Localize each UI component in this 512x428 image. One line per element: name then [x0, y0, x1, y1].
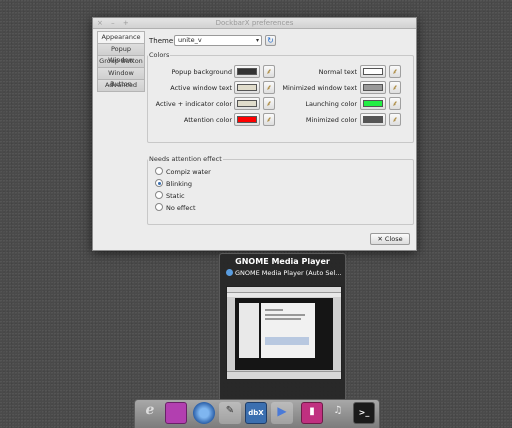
reset-color-button[interactable]: ⸙: [389, 97, 401, 110]
media-player-icon: [226, 269, 233, 276]
radio-button[interactable]: [155, 167, 163, 175]
popup-window-title: GNOME Media Player (Auto Sel...: [235, 269, 342, 277]
radio-compiz-water[interactable]: Compiz water: [155, 167, 211, 177]
tab-window-button[interactable]: Window Button: [97, 68, 145, 88]
color-swatch: [363, 116, 383, 123]
colors-legend: Colors: [149, 51, 170, 59]
dock-item-chromium[interactable]: [193, 402, 215, 424]
tab-appearance[interactable]: Appearance: [97, 31, 145, 44]
terminal-icon: >_: [358, 408, 370, 417]
dock-item-terminal[interactable]: >_: [353, 402, 375, 424]
thumb-controls: [227, 371, 341, 379]
thumb-sidebar: [239, 303, 259, 358]
recorder-icon: ▮: [309, 406, 315, 417]
dock-item-media-player[interactable]: ▶: [271, 402, 293, 424]
media-player-icon: ▶: [277, 404, 287, 418]
tab-advanced[interactable]: Advanced: [97, 80, 145, 92]
window-thumbnail[interactable]: [226, 286, 342, 380]
thumb-document: [261, 303, 315, 358]
thumb-text-line: [265, 318, 301, 320]
preferences-window: × – + DockbarX preferences Appearance Po…: [92, 17, 417, 251]
radio-static[interactable]: Static: [155, 191, 185, 201]
popup-title: GNOME Media Player: [235, 257, 330, 266]
color-label: Normal text: [318, 68, 357, 76]
color-swatch-button[interactable]: [360, 113, 386, 126]
colors-group: Colors Popup background ⸙ Active window …: [147, 51, 414, 143]
reload-theme-button[interactable]: ↻: [265, 35, 276, 46]
window-preview-popup: GNOME Media Player GNOME Media Player (A…: [219, 253, 346, 402]
broom-icon: ⸙: [392, 67, 398, 76]
color-swatch-button[interactable]: [360, 81, 386, 94]
radio-label: Blinking: [166, 180, 193, 188]
dock-item-purple-window[interactable]: [165, 402, 187, 424]
appearance-panel: Theme: unite_v ▾ ↻ Colors Popup backgrou…: [147, 31, 414, 230]
reset-color-button[interactable]: ⸙: [389, 81, 401, 94]
theme-dropdown[interactable]: unite_v ▾: [174, 35, 262, 46]
radio-no-effect[interactable]: No effect: [155, 203, 196, 213]
dock-item-text-editor[interactable]: ✎: [219, 402, 241, 424]
theme-label: Theme:: [149, 37, 176, 45]
reset-color-button[interactable]: ⸙: [389, 65, 401, 78]
radio-label: Static: [166, 192, 185, 200]
close-button[interactable]: ✕ Close: [370, 233, 410, 245]
text-editor-icon: ✎: [225, 405, 235, 416]
color-swatch-button[interactable]: [360, 65, 386, 78]
tab-list: Appearance Popup Window Group Button Win…: [97, 31, 145, 92]
color-row-normal-text: Normal text ⸙: [148, 65, 413, 78]
thumb-menubar: [227, 293, 341, 297]
title-bar[interactable]: × – + DockbarX preferences: [93, 18, 416, 29]
radio-button[interactable]: [155, 179, 163, 187]
dropdown-arrow-icon: ▾: [255, 37, 259, 44]
color-label: Launching color: [305, 100, 357, 108]
color-row-minimized: Minimized color ⸙: [148, 113, 413, 126]
tab-group-button[interactable]: Group Button: [97, 56, 145, 68]
color-row-minimized-text: Minimized window text ⸙: [148, 81, 413, 94]
dock-item-dbx[interactable]: dbX: [245, 402, 267, 424]
color-label: Minimized color: [305, 116, 357, 124]
color-swatch: [363, 68, 383, 75]
radio-button[interactable]: [155, 191, 163, 199]
thumb-text-line: [265, 314, 305, 316]
reset-color-button[interactable]: ⸙: [389, 113, 401, 126]
broom-icon: ⸙: [392, 83, 398, 92]
mixer-icon: ♫: [333, 405, 343, 416]
dock-item-browser[interactable]: ℯ: [139, 402, 161, 424]
attention-legend: Needs attention effect: [149, 155, 222, 163]
color-row-launching: Launching color ⸙: [148, 97, 413, 110]
color-label: Minimized window text: [282, 84, 357, 92]
radio-blinking[interactable]: Blinking: [155, 179, 192, 189]
dock-item-recorder[interactable]: ▮: [301, 402, 323, 424]
radio-label: Compiz water: [166, 168, 211, 176]
dock-bar: ℯ ✎ dbX ▶ ▮ ♫ >_: [134, 399, 380, 428]
window-title: DockbarX preferences: [215, 19, 294, 27]
color-swatch-button[interactable]: [360, 97, 386, 110]
thumb-table: [265, 337, 309, 345]
broom-icon: ⸙: [392, 99, 398, 108]
color-swatch: [363, 100, 383, 107]
dock-item-mixer[interactable]: ♫: [327, 402, 349, 424]
color-swatch: [363, 84, 383, 91]
refresh-icon: ↻: [267, 36, 274, 45]
theme-value: unite_v: [178, 36, 202, 44]
popup-window-item[interactable]: GNOME Media Player (Auto Sel...: [226, 269, 342, 277]
attention-effect-group: Needs attention effect Compiz water Blin…: [147, 155, 414, 225]
broom-icon: ⸙: [392, 115, 398, 124]
browser-icon: ℯ: [145, 402, 155, 418]
dbx-icon: dbX: [248, 409, 264, 417]
radio-button[interactable]: [155, 203, 163, 211]
tab-popup-window[interactable]: Popup Window: [97, 44, 145, 64]
thumb-text-line: [265, 309, 283, 311]
radio-label: No effect: [166, 204, 196, 212]
